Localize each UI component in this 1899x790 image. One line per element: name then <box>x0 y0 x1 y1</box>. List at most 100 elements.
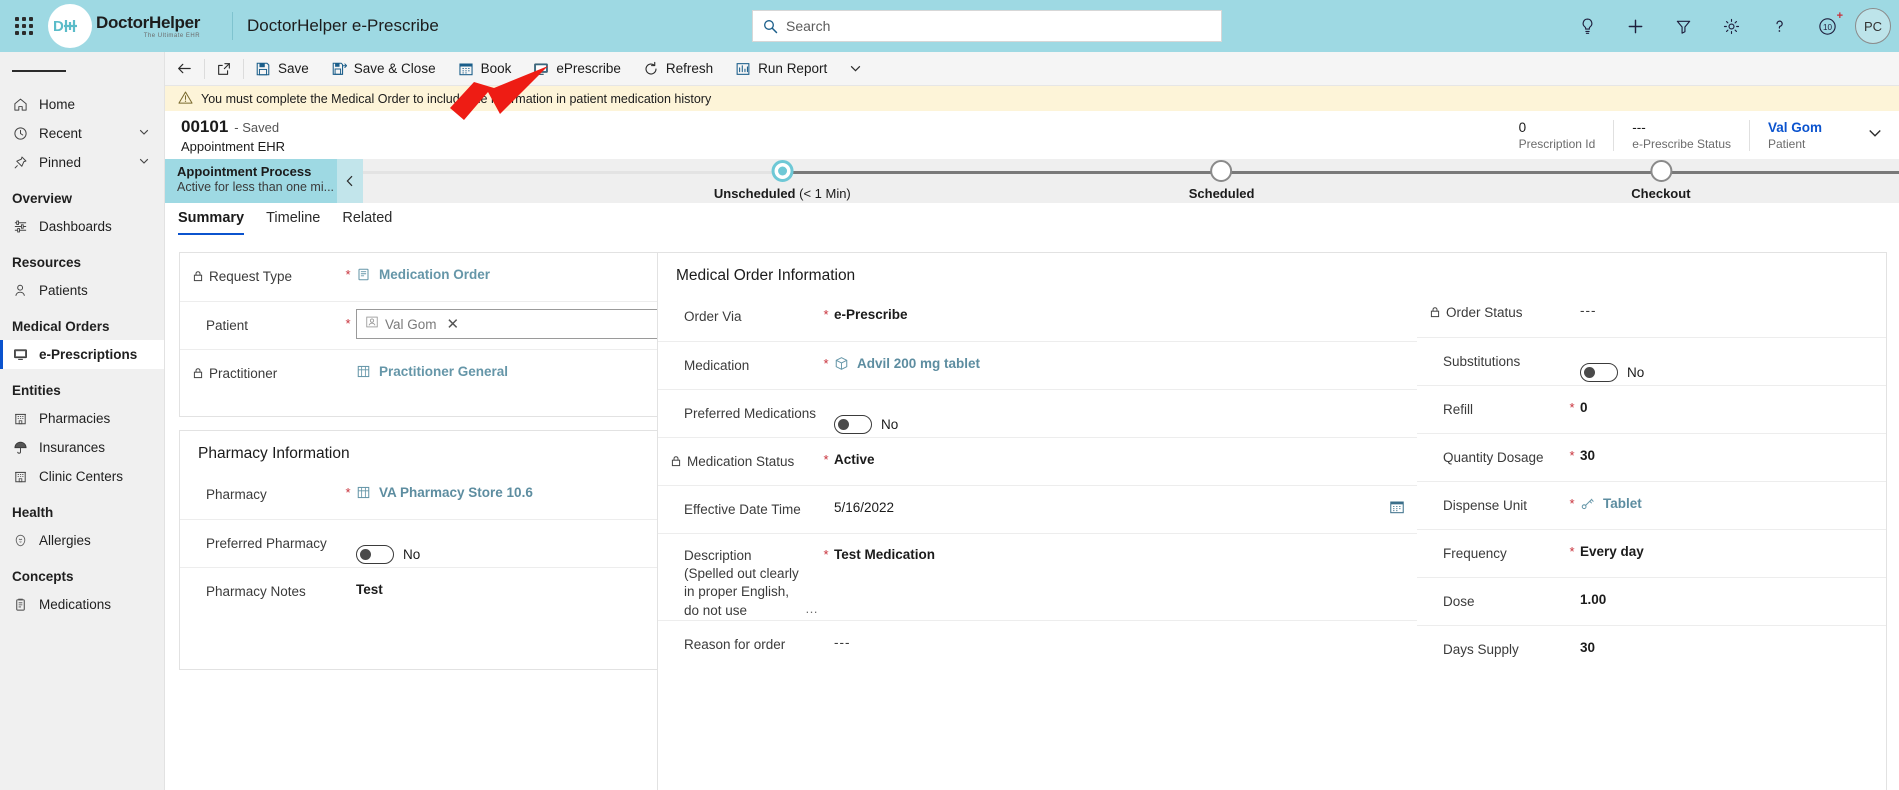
brand-logo[interactable]: D DoctorHelper The Ultimate EHR <box>48 0 228 52</box>
avatar[interactable]: PC <box>1851 0 1899 52</box>
tab-timeline[interactable]: Timeline <box>266 210 320 235</box>
toggle-switch[interactable] <box>834 415 872 434</box>
eprescribe-icon <box>533 61 549 77</box>
field-label-text: Medication <box>684 358 750 373</box>
refresh-button[interactable]: Refresh <box>632 52 724 86</box>
book-button[interactable]: Book <box>447 52 523 86</box>
chevron-down-icon[interactable] <box>138 155 150 170</box>
sidebar-item-medications[interactable]: Medications <box>0 590 164 619</box>
field-value-dose[interactable]: 1.00 <box>1580 578 1874 607</box>
sidebar-item-insurances[interactable]: Insurances <box>0 433 164 462</box>
help-icon[interactable] <box>1755 0 1803 52</box>
sidebar-item-label: Medications <box>39 597 112 612</box>
field-value-frequency[interactable]: Every day <box>1580 530 1874 559</box>
toggle-switch[interactable] <box>356 545 394 564</box>
settings-gear-icon[interactable] <box>1707 0 1755 52</box>
save-icon <box>255 61 271 77</box>
field-label: Preferred Pharmacy <box>192 520 340 553</box>
sidebar-item-recent[interactable]: Recent <box>0 119 164 148</box>
required-indicator <box>340 350 356 364</box>
field-value-dispense-unit[interactable]: Tablet <box>1580 482 1874 514</box>
field-value-medication-status[interactable]: Active <box>834 438 1405 467</box>
sidebar-item-pinned[interactable]: Pinned <box>0 148 164 177</box>
process-name-block[interactable]: Appointment Process Active for less than… <box>165 159 337 203</box>
process-stage-unscheduled[interactable]: Unscheduled (< 1 Min) <box>714 159 851 201</box>
field-value-text[interactable]: Medication Order <box>379 267 490 282</box>
required-indicator: * <box>1569 400 1575 415</box>
sidebar-item-e-prescriptions[interactable]: e-Prescriptions <box>0 340 164 369</box>
process-stage-scheduled[interactable]: Scheduled <box>1189 159 1254 201</box>
field-value-refill[interactable]: 0 <box>1580 386 1874 415</box>
sidebar-group-medical-orders: Medical Orders <box>12 319 110 334</box>
sidebar-item-patients[interactable]: Patients <box>0 276 164 305</box>
sidebar-item-allergies[interactable]: Allergies <box>0 526 164 555</box>
field-value-days-supply[interactable]: 30 <box>1580 626 1874 655</box>
field-value-order-via[interactable]: e-Prescribe <box>834 293 1405 322</box>
trial-days-icon[interactable]: 10 + <box>1803 0 1851 52</box>
app-name: DoctorHelper e-Prescribe <box>247 16 439 35</box>
contact-icon <box>365 315 379 334</box>
filter-icon[interactable] <box>1659 0 1707 52</box>
calendar-icon <box>458 61 474 77</box>
medication-icon <box>834 356 849 374</box>
insights-lightbulb-icon[interactable] <box>1563 0 1611 52</box>
field-value-effective-date-time[interactable]: 5/16/2022 <box>834 486 1389 515</box>
preferred-pharmacy-toggle[interactable]: No <box>356 545 420 564</box>
patient-chip[interactable]: Val Gom ✕ <box>361 313 467 336</box>
field-row-frequency: Frequency * Every day <box>1417 529 1886 577</box>
close-icon[interactable]: ✕ <box>443 315 464 333</box>
field-label-text: Order Status <box>1446 305 1523 320</box>
field-value-description[interactable]: Test Medication <box>834 534 1405 562</box>
logo-mark: D <box>48 4 92 48</box>
chevron-down-icon[interactable] <box>1859 125 1899 146</box>
field-value-text: --- <box>834 634 851 650</box>
header-field-value: --- <box>1632 119 1646 135</box>
field-value-reason-for-order[interactable]: --- <box>834 621 1405 650</box>
chevron-left-icon[interactable] <box>337 159 363 203</box>
process-stage-checkout[interactable]: Checkout <box>1631 159 1691 201</box>
site-map-toggle[interactable] <box>0 52 164 90</box>
substitutions-toggle[interactable]: No <box>1580 363 1644 382</box>
field-value-text[interactable]: VA Pharmacy Store 10.6 <box>379 485 533 500</box>
command-overflow-button[interactable] <box>838 52 873 86</box>
field-value-order-status[interactable]: --- <box>1580 289 1874 318</box>
refresh-button-label: Refresh <box>665 61 714 76</box>
field-value-quantity-dosage[interactable]: 30 <box>1580 434 1874 463</box>
tab-summary[interactable]: Summary <box>178 210 245 235</box>
stage-dot <box>1649 160 1672 182</box>
header-field-prescription-id: 0 Prescription Id <box>1501 120 1614 151</box>
quick-create-icon[interactable] <box>1611 0 1659 52</box>
field-label: Request Type <box>192 253 340 287</box>
app-launcher-icon[interactable] <box>0 17 48 35</box>
field-value-text[interactable]: Practitioner General <box>379 364 508 379</box>
sidebar-item-home[interactable]: Home <box>0 90 164 119</box>
brand-name: DoctorHelper <box>96 12 201 32</box>
field-value-text[interactable]: Advil 200 mg tablet <box>857 356 980 371</box>
field-label-text: Preferred Medications <box>684 406 817 421</box>
preferred-medications-toggle[interactable]: No <box>834 415 898 434</box>
field-value-medication[interactable]: Advil 200 mg tablet <box>834 342 1405 374</box>
calendar-icon[interactable] <box>1389 486 1405 520</box>
header-field-eprescribe-status: --- e-Prescribe Status <box>1613 119 1749 151</box>
eprescribe-button[interactable]: ePrescribe <box>522 52 632 86</box>
header-field-patient[interactable]: Val Gom Patient <box>1749 119 1859 151</box>
search-input[interactable]: Search <box>752 10 1222 42</box>
sidebar-item-dashboards[interactable]: Dashboards <box>0 212 164 241</box>
required-indicator <box>1564 289 1580 303</box>
field-label: Pharmacy Notes <box>192 568 340 601</box>
field-row-medication: Medication * Advil 200 mg tablet <box>658 341 1417 389</box>
toggle-switch[interactable] <box>1580 363 1618 382</box>
sidebar-item-clinic-centers[interactable]: Clinic Centers <box>0 462 164 491</box>
open-in-new-window-button[interactable] <box>205 52 243 86</box>
sidebar-item-label: Dashboards <box>39 219 112 234</box>
sidebar-item-pharmacies[interactable]: Pharmacies <box>0 404 164 433</box>
chevron-down-icon[interactable] <box>138 126 150 141</box>
header-field-value[interactable]: Val Gom <box>1768 120 1841 135</box>
field-value-text[interactable]: Tablet <box>1603 496 1642 511</box>
tab-related[interactable]: Related <box>342 210 392 235</box>
save-button[interactable]: Save <box>244 52 320 86</box>
field-label: Order Via <box>670 293 818 326</box>
run-report-button[interactable]: Run Report <box>724 52 838 86</box>
save-and-close-button[interactable]: Save & Close <box>320 52 447 86</box>
back-button[interactable] <box>165 52 204 86</box>
